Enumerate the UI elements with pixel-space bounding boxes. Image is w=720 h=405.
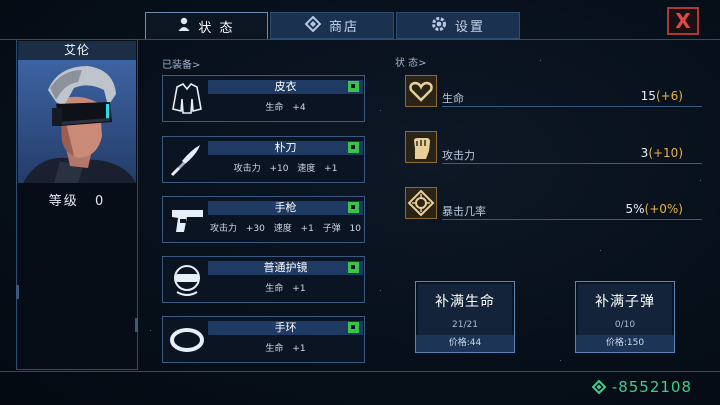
panel-scroll-marker: [16, 285, 19, 299]
refill-ammo-price: 价格:150: [576, 335, 674, 352]
level-value: 0: [94, 194, 106, 209]
heart-icon: [405, 75, 437, 107]
gear-icon: [431, 16, 447, 36]
goggles-icon: [167, 260, 207, 299]
bracelet-icon: [167, 320, 207, 359]
gem-icon: [591, 379, 607, 398]
equipment-stats: 生命 +1: [265, 284, 306, 294]
close-button[interactable]: X: [667, 7, 699, 35]
jacket-icon: [167, 79, 207, 118]
character-name: 艾伦: [18, 41, 136, 60]
attr-underline: [442, 219, 702, 220]
equipment-name: 普通护镜: [208, 261, 363, 275]
attr-value-hp: 15(+6): [641, 89, 683, 103]
refill-ammo-button[interactable]: 补满子弹 0/10 价格:150: [575, 281, 675, 353]
equipment-card-blade[interactable]: 朴刀 攻击力 +10 速度 +1: [162, 136, 365, 183]
pistol-icon: [167, 200, 207, 239]
tab-settings-label: 设置: [454, 20, 485, 35]
refill-hp-count: 21/21: [452, 320, 478, 330]
attr-name-attack: 攻击力: [442, 149, 475, 162]
equipment-name: 皮衣: [208, 80, 363, 94]
level-label: 等级: [48, 194, 79, 209]
equipment-card-goggles[interactable]: 普通护镜 生命 +1: [162, 256, 365, 303]
attr-value-crit: 5%(+0%): [625, 202, 683, 216]
refill-hp-price: 价格:44: [416, 335, 514, 352]
person-icon: [178, 17, 190, 35]
status-section-label: 状 态>: [395, 58, 427, 69]
equipment-name: 手枪: [208, 201, 363, 215]
equipment-card-bracelet[interactable]: 手环 生命 +1: [162, 316, 365, 363]
attr-name-hp: 生命: [442, 92, 464, 105]
equipment-name: 朴刀: [208, 141, 363, 155]
equipment-name: 手环: [208, 321, 363, 335]
blade-icon: [167, 140, 207, 179]
panel-scroll-marker-right: [135, 318, 138, 332]
close-icon: X: [675, 9, 691, 33]
equipment-stats: 攻击力 +10 速度 +1: [233, 164, 338, 174]
equipment-card-jacket[interactable]: 皮衣 生命 +4: [162, 75, 365, 122]
attr-base-value: 5%: [625, 202, 645, 216]
equipped-badge-icon: [348, 322, 359, 333]
fist-icon: [405, 131, 437, 163]
tab-status-label: 状 态: [198, 20, 235, 36]
equipped-badge-icon: [348, 81, 359, 92]
equipped-badge-icon: [348, 202, 359, 213]
character-portrait: [18, 60, 136, 183]
attr-bonus-value: (+0%): [644, 202, 683, 216]
equipment-stats: 生命 +4: [265, 103, 306, 113]
refill-hp-button[interactable]: 补满生命 21/21 价格:44: [415, 281, 515, 353]
currency-display: -8552108: [591, 378, 692, 398]
attr-bonus-value: (+10): [648, 146, 683, 160]
diamond-icon: [304, 15, 322, 36]
equipment-stats: 攻击力 +30 速度 +1 子弹 10: [209, 224, 362, 234]
attr-bonus-value: (+6): [655, 89, 683, 103]
attr-underline: [442, 106, 702, 107]
refill-hp-title: 补满生命: [435, 294, 495, 310]
tab-settings[interactable]: 设置: [396, 12, 520, 39]
tab-shop-label: 商店: [328, 20, 359, 35]
character-level: 等级 0: [18, 190, 136, 209]
attr-name-crit: 暴击几率: [442, 205, 486, 218]
equipped-section-label: 已装备>: [162, 60, 201, 71]
tab-status[interactable]: 状 态: [145, 12, 268, 39]
refill-ammo-title: 补满子弹: [595, 294, 655, 310]
currency-value: -8552108: [611, 378, 692, 396]
attr-value-attack: 3(+10): [641, 146, 683, 160]
tab-shop[interactable]: 商店: [270, 12, 394, 39]
attr-base-value: 15: [640, 89, 656, 103]
refill-ammo-count: 0/10: [614, 320, 636, 330]
bottom-divider: [0, 371, 720, 372]
crosshair-icon: [405, 187, 437, 219]
equipment-card-pistol[interactable]: 手枪 攻击力 +30 速度 +1 子弹 10: [162, 196, 365, 243]
equipped-badge-icon: [348, 142, 359, 153]
attr-underline: [442, 163, 702, 164]
equipment-stats: 生命 +1: [265, 344, 306, 354]
equipped-badge-icon: [348, 262, 359, 273]
